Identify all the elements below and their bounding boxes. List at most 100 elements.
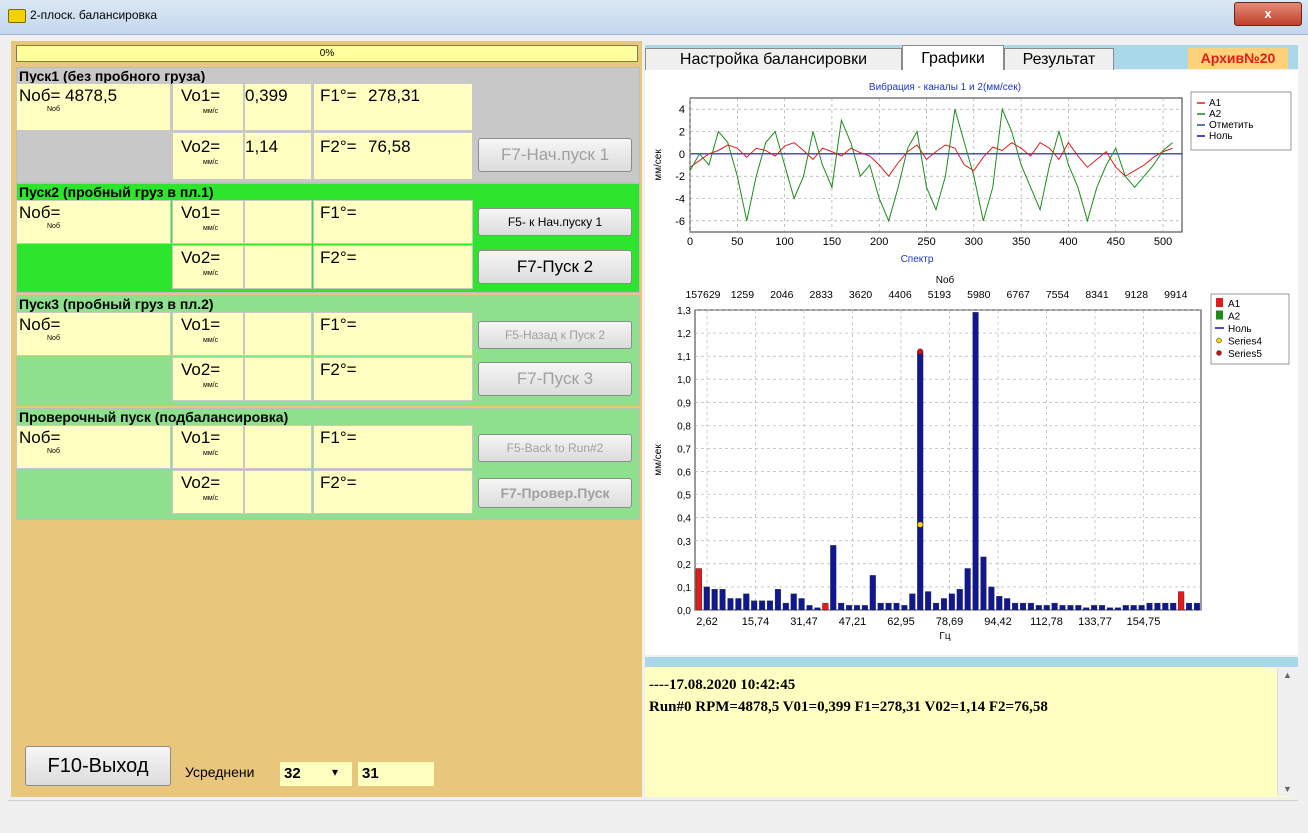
check-run-title: Проверочный пуск (подбалансировка) — [19, 409, 289, 425]
spectrum-bar-a2 — [759, 600, 766, 611]
vibration-legend-label: A2 — [1209, 109, 1222, 120]
run4-f2-cell: F2°= — [313, 470, 473, 514]
run4-vo1-cell: Vo1= мм/с — [172, 425, 244, 469]
vibration-plot-frame — [689, 97, 1183, 233]
app-icon — [8, 9, 26, 23]
run1-vo1-value: 0,399 — [244, 83, 312, 131]
run3-f2-cell: F2°= — [313, 357, 473, 401]
spectrum-bar-a2 — [964, 568, 971, 611]
spectrum-bar-a2 — [1027, 602, 1034, 611]
run1-nob-label: Nоб= 4878,5 — [19, 86, 118, 105]
run3-vo2-cell: Vo2= мм/с — [172, 357, 244, 401]
spectrum-y-tick-label: 0,0 — [677, 606, 691, 617]
spectrum-legend-label: A1 — [1228, 299, 1241, 310]
averaging-select-value: 32 — [284, 765, 301, 782]
run3-vo1-label: Vo1= — [181, 315, 221, 334]
spectrum-bar-a2 — [917, 351, 924, 611]
spectrum-y-axis-label: мм/сек — [653, 444, 664, 476]
spectrum-bar-a2 — [1004, 598, 1011, 611]
run4-nob-sub: Nоб — [47, 448, 60, 455]
run1-title: Пуск1 (без пробного груза) — [19, 68, 206, 84]
spectrum-x-tick-label: 31,47 — [790, 616, 818, 628]
vibration-y-tick-label: 2 — [679, 127, 685, 139]
spectrum-bar-a2 — [1067, 605, 1074, 611]
spectrum-bar-a1 — [822, 602, 829, 611]
spectrum-bar-a2 — [1170, 602, 1177, 611]
chevron-down-icon: ▾ — [332, 765, 339, 779]
spectrum-chart-title: Спектр — [901, 254, 934, 265]
run1-vo1-label: Vo1= — [181, 86, 221, 105]
tab-result[interactable]: Результат — [1004, 48, 1114, 70]
start-run1-button[interactable]: F7-Нач.пуск 1 — [478, 138, 632, 172]
spectrum-x-tick-label: 2,62 — [696, 616, 717, 628]
spectrum-bar-a2 — [735, 598, 742, 611]
spectrum-y-tick-label: 0,5 — [677, 491, 691, 502]
run2-f1-label: F1°= — [320, 203, 357, 222]
tab-graphs[interactable]: Графики — [902, 45, 1004, 71]
run2-vo1-sub: мм/с — [203, 225, 219, 232]
run2-title: Пуск2 (пробный груз в пл.1) — [19, 184, 214, 200]
spectrum-x-tick-label: 154,75 — [1127, 616, 1161, 628]
start-check-run-button[interactable]: F7-Провер.Пуск — [478, 478, 632, 508]
spectrum-x-tick-label: 78,69 — [936, 616, 964, 628]
start-run3-button[interactable]: F7-Пуск 3 — [478, 362, 632, 396]
spectrum-bar-a2 — [869, 575, 876, 611]
run1-f2-value: 76,58 — [368, 137, 411, 156]
averaging-count: 31 — [358, 762, 434, 786]
log-scrollbar[interactable]: ▲ ▼ — [1277, 668, 1295, 796]
back-to-run2-button[interactable]: F5-Назад к Пуск 2 — [478, 321, 632, 349]
vibration-x-tick-label: 450 — [1107, 236, 1125, 248]
run1-f1-cell: F1°= 278,31 — [313, 83, 473, 131]
spectrum-bar-a2 — [909, 593, 916, 611]
spectrum-chart: СпектрNоб 157629 1259 2046 2833 3620 4406 5193 5… — [653, 254, 1290, 642]
progress-bar: 0% — [16, 45, 638, 62]
vibration-y-tick-label: 4 — [679, 104, 685, 116]
run2-vo1-label: Vo1= — [181, 203, 221, 222]
start-run2-button[interactable]: F7-Пуск 2 — [478, 250, 632, 284]
spectrum-bar-a2 — [1154, 602, 1161, 611]
spectrum-bar-a2 — [727, 598, 734, 611]
spectrum-y-tick-label: 1,0 — [677, 375, 691, 386]
spectrum-bar-a2 — [830, 545, 837, 611]
spectrum-bar-a2 — [1059, 605, 1066, 611]
vibration-x-tick-label: 350 — [1012, 236, 1030, 248]
run2-nob-sub: Nоб — [47, 223, 60, 230]
tab-balancing-setup[interactable]: Настройка балансировки — [645, 48, 902, 70]
run4-vo1-label: Vo1= — [181, 428, 221, 447]
spectrum-top-tick-label: 8341 — [1085, 289, 1109, 301]
spectrum-bar-a2 — [1035, 605, 1042, 611]
log-textarea[interactable]: ----17.08.2020 10:42:45 Run#0 RPM=4878,5… — [645, 667, 1291, 797]
spectrum-bar-a2 — [885, 602, 892, 611]
back-to-run1-button[interactable]: F5- к Нач.пуску 1 — [478, 208, 632, 236]
spectrum-top-tick-label: 1259 — [731, 289, 755, 301]
spectrum-x-tick-label: 47,21 — [839, 616, 867, 628]
run1-vo2-label: Vo2= — [181, 137, 221, 156]
vibration-chart: Вибрация - каналы 1 и 2(мм/сек) 0 50 100 150… — [653, 81, 1292, 248]
vibration-x-tick-label: 150 — [823, 236, 841, 248]
spectrum-bar-a2 — [853, 605, 860, 611]
spectrum-bar-a2 — [956, 589, 963, 611]
run2-vo2-label: Vo2= — [181, 248, 221, 267]
averaging-select[interactable]: 32 ▾ — [280, 762, 352, 786]
spectrum-top-tick-label: 5193 — [928, 289, 952, 301]
spectrum-bar-a2 — [1106, 607, 1113, 611]
run1-nob-sub: Nоб — [47, 106, 60, 113]
run4-vo2-value — [244, 470, 312, 514]
close-button[interactable]: x — [1234, 2, 1302, 26]
spectrum-bar-a2 — [743, 593, 750, 611]
spectrum-bar-a2 — [996, 596, 1003, 611]
run1-nob-cell: Nоб= 4878,5 Nоб — [16, 83, 171, 131]
exit-button[interactable]: F10-Выход — [25, 746, 171, 786]
vibration-y-tick-label: -6 — [675, 216, 685, 228]
vibration-y-axis-label: мм/сек — [653, 149, 664, 181]
spectrum-bar-a2 — [1114, 607, 1121, 611]
spectrum-bar-a2 — [1162, 602, 1169, 611]
run1-vo2-value: 1,14 — [244, 132, 312, 180]
run3-f1-cell: F1°= — [313, 312, 473, 356]
spectrum-y-tick-label: 1,2 — [677, 329, 691, 340]
vibration-x-tick-label: 100 — [775, 236, 793, 248]
app-window: 2-плоск. балансировка x 0% Пуск1 (без пр… — [0, 0, 1308, 833]
run3-title: Пуск3 (пробный груз в пл.2) — [19, 296, 214, 312]
back-to-run2-en-button[interactable]: F5-Back to Run#2 — [478, 434, 632, 462]
spectrum-legend-swatch — [1216, 310, 1223, 320]
